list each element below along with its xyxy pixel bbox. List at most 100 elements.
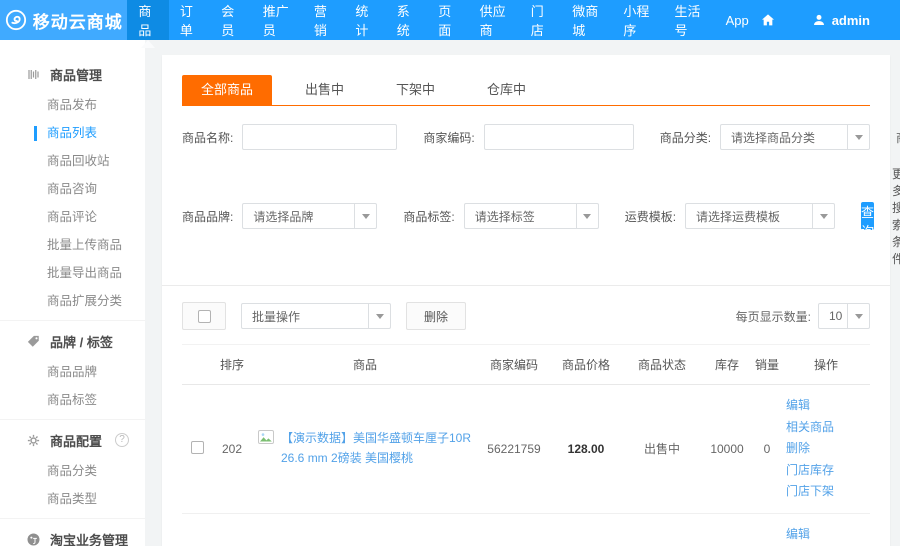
sidebar-item-goods-tag[interactable]: 商品标签 <box>0 386 145 414</box>
home-icon[interactable] <box>760 12 776 28</box>
sidebar-group-brand-tags[interactable]: 品牌 / 标签 <box>0 324 145 358</box>
batch-toolbar: 批量操作 删除 每页显示数量: 10 <box>182 302 870 330</box>
goods-category-select[interactable]: 请选择商品分类 <box>720 124 870 150</box>
column-checkbox <box>182 345 212 385</box>
nav-item-members[interactable]: 会员 <box>210 0 251 40</box>
merchant-code-input[interactable] <box>484 124 634 150</box>
freight-template-label: 运费模板: <box>625 208 676 225</box>
tab-off-shelf[interactable]: 下架中 <box>377 75 454 105</box>
stock: 568 <box>702 513 752 546</box>
edit-link[interactable]: 编辑 <box>786 398 810 412</box>
chevron-down-icon <box>368 304 390 328</box>
select-all-checkbox[interactable] <box>182 302 226 330</box>
taobao-circle-icon <box>25 531 41 546</box>
nav-item-miniprogram[interactable]: 小程序 <box>612 0 663 40</box>
nav-item-goods[interactable]: 商品 <box>127 0 168 40</box>
goods-brand-select[interactable]: 请选择品牌 <box>242 203 377 229</box>
nav-item-statistics[interactable]: 统计 <box>344 0 385 40</box>
related-goods-link[interactable]: 相关商品 <box>786 420 834 434</box>
sales: 0 <box>752 513 782 546</box>
sidebar-item-goods-list[interactable]: 商品列表 <box>0 119 145 147</box>
goods-kind-label: 商品种类: <box>896 129 900 146</box>
tab-in-warehouse[interactable]: 仓库中 <box>468 75 545 105</box>
sidebar-group-goods-config[interactable]: 商品配置 <box>0 423 145 457</box>
tab-on-sale[interactable]: 出售中 <box>286 75 363 105</box>
sidebar-group-goods-management[interactable]: 商品管理 <box>0 57 145 91</box>
sidebar-item-goods-category[interactable]: 商品分类 <box>0 457 145 485</box>
chevron-down-icon <box>847 304 869 328</box>
group-label: 商品配置 <box>50 431 102 450</box>
section-divider <box>162 285 890 286</box>
table-header-row: 排序 商品 商家编码 商品价格 商品状态 库存 销量 操作 <box>182 345 870 385</box>
sidebar-group-taobao[interactable]: 淘宝业务管理 <box>0 522 145 546</box>
edit-link[interactable]: 编辑 <box>786 527 810 541</box>
price: 39.00 <box>550 513 622 546</box>
nav-item-pages[interactable]: 页面 <box>427 0 468 40</box>
bars-icon <box>25 66 41 82</box>
per-page-select[interactable]: 10 <box>818 303 870 329</box>
column-sales: 销量 <box>752 345 782 385</box>
table-row: 201 【演示数据】美国 华盛顿 青苹果4个装 单果140-170g 34741… <box>182 513 870 546</box>
sidebar-item-bulk-export[interactable]: 批量导出商品 <box>0 259 145 287</box>
column-stock: 库存 <box>702 345 752 385</box>
nav-item-promoters[interactable]: 推广员 <box>252 0 303 40</box>
sidebar: 商品管理 商品发布 商品列表 商品回收站 商品咨询 商品评论 批量上传商品 批量… <box>0 40 145 546</box>
sidebar-item-extended-category[interactable]: 商品扩展分类 <box>0 287 145 315</box>
goods-category-label: 商品分类: <box>660 129 711 146</box>
row-checkbox[interactable] <box>191 441 204 454</box>
nav-item-lifeaccount[interactable]: 生活号 <box>663 0 714 40</box>
brand-logo[interactable]: 移动云商城 <box>0 0 127 40</box>
tab-all-goods[interactable]: 全部商品 <box>182 75 272 105</box>
user-icon <box>812 13 826 27</box>
store-offshelf-link[interactable]: 门店下架 <box>786 484 834 498</box>
nav-item-system[interactable]: 系统 <box>386 0 427 40</box>
nav-item-app[interactable]: App <box>715 0 760 40</box>
status: 出售中 <box>622 513 702 546</box>
brand-swirl-icon <box>5 9 27 31</box>
freight-template-select[interactable]: 请选择运费模板 <box>685 203 835 229</box>
goods-status-tabs: 全部商品 出售中 下架中 仓库中 <box>182 55 870 106</box>
sidebar-item-goods-comments[interactable]: 商品评论 <box>0 203 145 231</box>
nav-item-micromall[interactable]: 微商城 <box>561 0 612 40</box>
sort-value: 201 <box>212 513 252 546</box>
column-status: 商品状态 <box>622 345 702 385</box>
store-stock-link[interactable]: 门店库存 <box>786 463 834 477</box>
filter-panel: 商品名称: 商家编码: 商品分类: 请选择商品分类 商品种类: 请选择 <box>182 106 870 267</box>
merchant-code: 34741370 <box>478 513 550 546</box>
brand-title: 移动云商城 <box>33 8 123 33</box>
sidebar-item-bulk-upload[interactable]: 批量上传商品 <box>0 231 145 259</box>
product-thumbnail-icon <box>258 430 274 445</box>
sidebar-item-goods-inquiry[interactable]: 商品咨询 <box>0 175 145 203</box>
help-icon[interactable] <box>115 433 129 447</box>
user-menu[interactable]: admin <box>812 13 870 28</box>
sidebar-item-goods-brand[interactable]: 商品品牌 <box>0 358 145 386</box>
product-name-link[interactable]: 【演示数据】美国华盛顿车厘子10R 26.6 mm 2磅装 美国樱桃 <box>281 429 474 469</box>
more-search-toggle[interactable]: 更多搜索条件 <box>892 165 900 267</box>
bulk-action-select[interactable]: 批量操作 <box>241 303 391 329</box>
nav-item-marketing[interactable]: 营销 <box>303 0 344 40</box>
sidebar-item-goods-publish[interactable]: 商品发布 <box>0 91 145 119</box>
per-page-label: 每页显示数量: <box>736 308 811 325</box>
nav-item-stores[interactable]: 门店 <box>520 0 561 40</box>
topbar: 移动云商城 商品 订单 会员 推广员 营销 统计 系统 页面 供应商 门店 微商… <box>0 0 900 40</box>
sales: 0 <box>752 385 782 514</box>
nav-item-suppliers[interactable]: 供应商 <box>469 0 520 40</box>
nav-item-orders[interactable]: 订单 <box>169 0 210 40</box>
group-label: 品牌 / 标签 <box>50 332 113 351</box>
sidebar-item-goods-type[interactable]: 商品类型 <box>0 485 145 513</box>
chevron-down-icon <box>847 125 869 149</box>
sort-value: 202 <box>212 385 252 514</box>
group-label: 淘宝业务管理 <box>50 530 128 546</box>
goods-tag-select[interactable]: 请选择标签 <box>464 203 599 229</box>
table-row: 202 【演示数据】美国华盛顿车厘子10R 26.6 mm 2磅装 美国樱桃 5… <box>182 385 870 514</box>
delete-link[interactable]: 删除 <box>786 441 810 455</box>
column-price: 商品价格 <box>550 345 622 385</box>
search-button[interactable]: 查询 <box>861 202 874 230</box>
goods-name-input[interactable] <box>242 124 397 150</box>
delete-button[interactable]: 删除 <box>406 302 466 330</box>
tag-icon <box>25 333 41 349</box>
chevron-down-icon <box>812 204 834 228</box>
column-goods: 商品 <box>252 345 478 385</box>
top-navigation: 商品 订单 会员 推广员 营销 统计 系统 页面 供应商 门店 微商城 小程序 … <box>127 0 759 40</box>
sidebar-item-goods-recycle[interactable]: 商品回收站 <box>0 147 145 175</box>
